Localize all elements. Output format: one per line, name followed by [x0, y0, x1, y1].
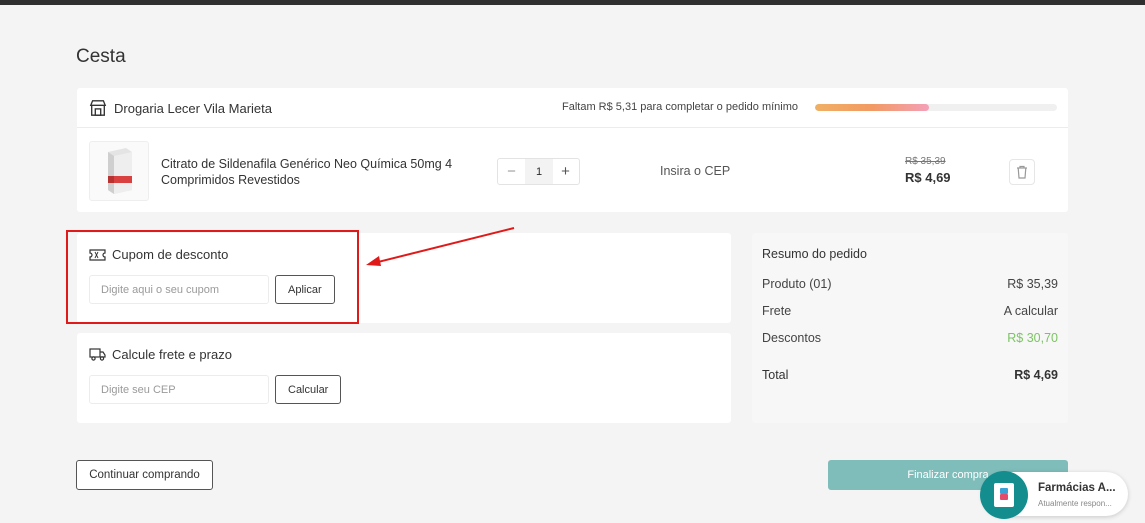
- coupon-highlight-box: [66, 230, 359, 324]
- annotation-arrow: [366, 227, 515, 266]
- freight-title: Calcule frete e prazo: [89, 347, 232, 362]
- summary-discount-row: Descontos R$ 30,70: [762, 331, 1058, 345]
- remove-item-button[interactable]: [1009, 159, 1035, 185]
- store-icon: [89, 100, 107, 116]
- summary-freight-label: Frete: [762, 304, 792, 318]
- store-cart-panel: Drogaria Lecer Vila Marieta Faltam R$ 5,…: [77, 88, 1068, 212]
- summary-total-row: Total R$ 4,69: [762, 368, 1058, 382]
- quantity-value[interactable]: 1: [525, 159, 553, 184]
- chat-widget[interactable]: Farmácias A... Atualmente respon...: [980, 471, 1128, 519]
- insert-cep-link[interactable]: Insira o CEP: [660, 164, 730, 178]
- product-name[interactable]: Citrato de Sildenafila Genérico Neo Quím…: [161, 156, 481, 188]
- summary-product-label: Produto (01): [762, 277, 832, 291]
- cep-input[interactable]: [89, 375, 269, 404]
- calculate-freight-button[interactable]: Calcular: [275, 375, 342, 404]
- order-summary-panel: Resumo do pedido Produto (01) R$ 35,39 F…: [752, 233, 1068, 423]
- truck-icon: [89, 348, 106, 361]
- medicine-box-icon: [108, 148, 132, 194]
- product-image[interactable]: [89, 141, 149, 201]
- chat-name: Farmácias A...: [1038, 482, 1116, 494]
- old-price: R$ 35,39: [905, 156, 946, 167]
- increase-quantity-button[interactable]: +: [552, 159, 579, 184]
- trash-icon: [1017, 165, 1027, 179]
- summary-total-value: R$ 4,69: [1014, 368, 1058, 382]
- page-title: Cesta: [76, 46, 126, 67]
- current-price: R$ 4,69: [905, 170, 951, 185]
- summary-freight-row: Frete A calcular: [762, 304, 1058, 318]
- store-header: Drogaria Lecer Vila Marieta Faltam R$ 5,…: [77, 88, 1068, 128]
- summary-discount-value: R$ 30,70: [1007, 331, 1058, 345]
- summary-discount-label: Descontos: [762, 331, 822, 345]
- summary-title: Resumo do pedido: [762, 247, 867, 261]
- decrease-quantity-button[interactable]: −: [498, 159, 525, 184]
- summary-freight-value: A calcular: [1003, 304, 1058, 318]
- chat-status: Atualmente respon...: [1038, 499, 1112, 508]
- freight-panel: Calcule frete e prazo Calcular: [77, 333, 731, 423]
- summary-product-value: R$ 35,39: [1007, 277, 1058, 291]
- min-order-progress-fill: [815, 104, 929, 111]
- freight-title-label: Calcule frete e prazo: [112, 347, 232, 362]
- continue-shopping-button[interactable]: Continuar comprando: [76, 460, 213, 490]
- pharmacy-logo-icon: [994, 483, 1014, 507]
- min-order-message: Faltam R$ 5,31 para completar o pedido m…: [562, 101, 799, 113]
- summary-product-row: Produto (01) R$ 35,39: [762, 277, 1058, 291]
- quantity-stepper: − 1 +: [497, 158, 580, 185]
- summary-total-label: Total: [762, 368, 789, 382]
- chat-avatar[interactable]: [980, 471, 1028, 519]
- top-bar: [0, 0, 1145, 5]
- min-order-progress-bar: [815, 104, 1057, 111]
- store-name: Drogaria Lecer Vila Marieta: [114, 101, 272, 116]
